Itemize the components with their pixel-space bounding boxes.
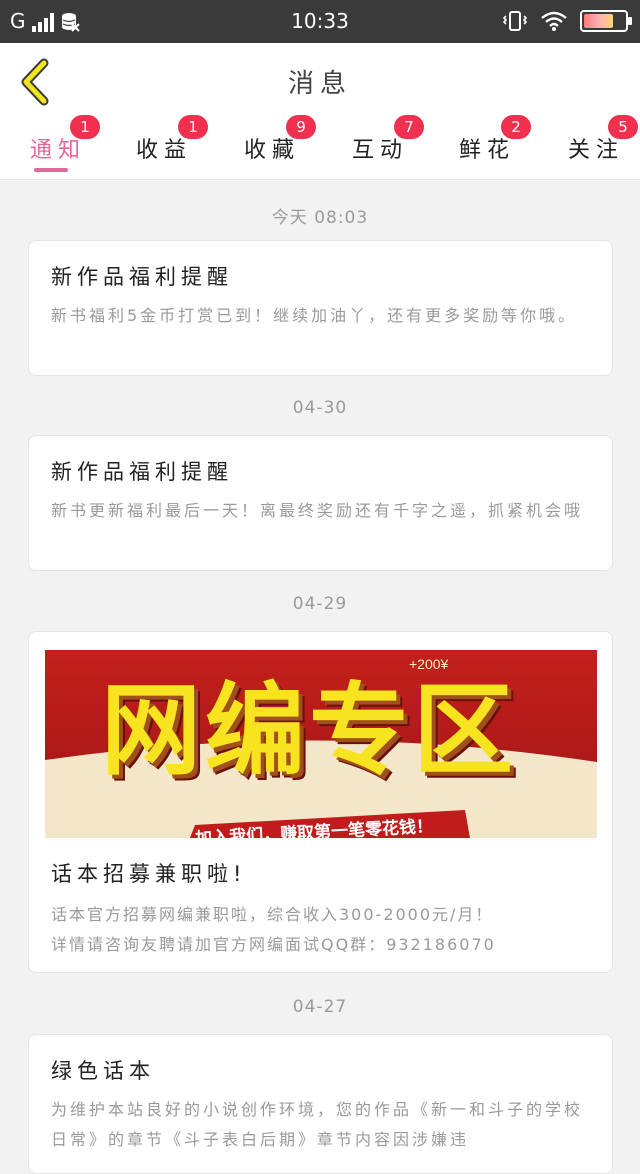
app-header: 消息 bbox=[0, 43, 640, 120]
message-title: 绿色话本 bbox=[51, 1059, 155, 1083]
message-body-line: 话本官方招募网编兼职啦，综合收入300-2000元/月！ bbox=[51, 905, 494, 924]
tab-badge: 5 bbox=[608, 115, 638, 139]
tab-bar: 通知 1 收益 1 收藏 9 互动 7 鲜花 2 关注 5 bbox=[0, 115, 640, 180]
message-title: 新作品福利提醒 bbox=[51, 265, 233, 289]
status-bar: G 10:33 bbox=[0, 0, 640, 43]
message-body: 话本官方招募网编兼职啦，综合收入300-2000元/月！ 详情请咨询友聘请加官方… bbox=[51, 900, 596, 960]
tab-badge: 1 bbox=[178, 115, 208, 139]
message-date: 04-27 bbox=[292, 997, 348, 1017]
status-right bbox=[502, 10, 632, 32]
message-body: 新书福利5金币打赏已到！继续加油丫，还有更多奖励等你哦。 bbox=[51, 306, 578, 325]
tab-notice[interactable]: 通知 1 bbox=[30, 115, 130, 180]
message-body: 为维护本站良好的小说创作环境，您的作品《新一和斗子的学校日常》的章节《斗子表白后… bbox=[51, 1100, 584, 1149]
tab-interaction[interactable]: 互动 7 bbox=[352, 115, 452, 180]
promo-banner[interactable]: +200¥ 网编专区 加入我们，赚取第一笔零花钱！ bbox=[45, 650, 597, 838]
message-date: 今天 08:03 bbox=[271, 208, 369, 228]
battery-icon bbox=[580, 10, 632, 32]
message-date: 04-30 bbox=[292, 398, 348, 418]
banner-amount: +200¥ bbox=[409, 656, 449, 672]
wifi-icon bbox=[541, 11, 567, 31]
tab-follow[interactable]: 关注 5 bbox=[568, 115, 640, 180]
active-tab-indicator bbox=[34, 168, 68, 172]
message-title: 话本招募兼职啦! bbox=[51, 862, 247, 886]
tab-favorites[interactable]: 收藏 9 bbox=[244, 115, 344, 180]
message-body-line: 详情请咨询友聘请加官方网编面试QQ群：932186070 bbox=[51, 935, 496, 954]
tab-badge: 1 bbox=[70, 115, 100, 139]
message-card[interactable]: 新作品福利提醒 新书福利5金币打赏已到！继续加油丫，还有更多奖励等你哦。 bbox=[28, 240, 613, 376]
tab-earnings[interactable]: 收益 1 bbox=[136, 115, 236, 180]
tab-badge: 7 bbox=[394, 115, 424, 139]
message-title: 新作品福利提醒 bbox=[51, 460, 233, 484]
tab-badge: 9 bbox=[286, 115, 316, 139]
message-date: 04-29 bbox=[292, 594, 348, 614]
vibrate-icon bbox=[502, 11, 528, 31]
message-card[interactable]: +200¥ 网编专区 加入我们，赚取第一笔零花钱！ 话本招募兼职啦! 话本官方招… bbox=[28, 631, 613, 973]
message-card[interactable]: 新作品福利提醒 新书更新福利最后一天！离最终奖励还有千字之遥，抓紧机会哦 bbox=[28, 435, 613, 571]
page-title: 消息 bbox=[287, 69, 352, 99]
message-body: 新书更新福利最后一天！离最终奖励还有千字之遥，抓紧机会哦 bbox=[51, 501, 584, 520]
message-card[interactable]: 绿色话本 为维护本站良好的小说创作环境，您的作品《新一和斗子的学校日常》的章节《… bbox=[28, 1034, 613, 1174]
tab-flowers[interactable]: 鲜花 2 bbox=[459, 115, 559, 180]
banner-headline: 网编专区 bbox=[101, 672, 517, 789]
tab-badge: 2 bbox=[501, 115, 531, 139]
